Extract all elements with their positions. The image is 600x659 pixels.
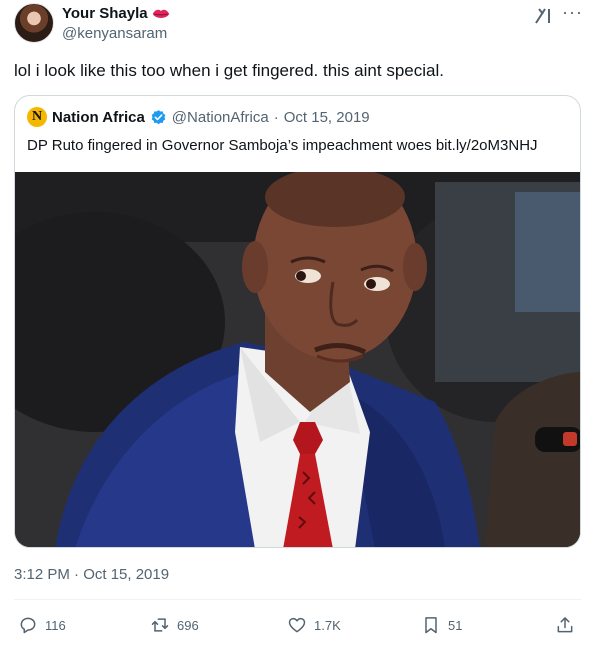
quote-author-handle[interactable]: @NationAfrica [172, 109, 269, 126]
author-display-name[interactable]: Your Shayla [62, 5, 148, 22]
divider [14, 599, 581, 600]
reply-count: 116 [45, 617, 66, 633]
like-icon [288, 617, 306, 633]
verified-badge-icon [151, 109, 166, 124]
quote-author-name[interactable]: Nation Africa [52, 109, 145, 126]
quote-date[interactable]: Oct 15, 2019 [284, 109, 370, 126]
tweet-text: lol i look like this too when i get fing… [14, 61, 444, 80]
bookmark-count: 51 [448, 617, 463, 633]
quote-tweet-card[interactable]: N Nation Africa @NationAfrica · Oct 15, … [14, 95, 581, 548]
bookmark-button[interactable]: 51 [421, 615, 462, 635]
like-button[interactable]: 1.7K [287, 615, 341, 635]
like-count: 1.7K [314, 617, 341, 633]
retweet-icon [151, 618, 169, 632]
reply-button[interactable]: 116 [18, 615, 66, 635]
reply-icon [20, 617, 36, 634]
tweet-timestamp[interactable]: 3:12 PM · Oct 15, 2019 [14, 566, 169, 583]
grok-icon[interactable] [534, 6, 554, 26]
author-name-row: Your Shayla [62, 5, 170, 22]
more-icon[interactable]: ··· [562, 2, 583, 23]
share-button[interactable] [555, 615, 575, 635]
author-handle[interactable]: @kenyansaram [62, 25, 167, 42]
photo-illustration [15, 172, 580, 547]
quote-header: N Nation Africa @NationAfrica · Oct 15, … [27, 107, 370, 127]
quote-media-photo[interactable] [15, 172, 580, 547]
quote-separator: · [273, 108, 279, 126]
nation-africa-logo: N [27, 107, 47, 127]
lips-emoji-icon [152, 9, 169, 18]
share-icon [557, 617, 573, 633]
quote-text: DP Ruto fingered in Governor Samboja’s i… [27, 137, 538, 154]
retweet-button[interactable]: 696 [150, 615, 199, 635]
retweet-count: 696 [177, 617, 199, 633]
bookmark-icon [425, 617, 437, 634]
user-avatar[interactable] [14, 3, 54, 43]
